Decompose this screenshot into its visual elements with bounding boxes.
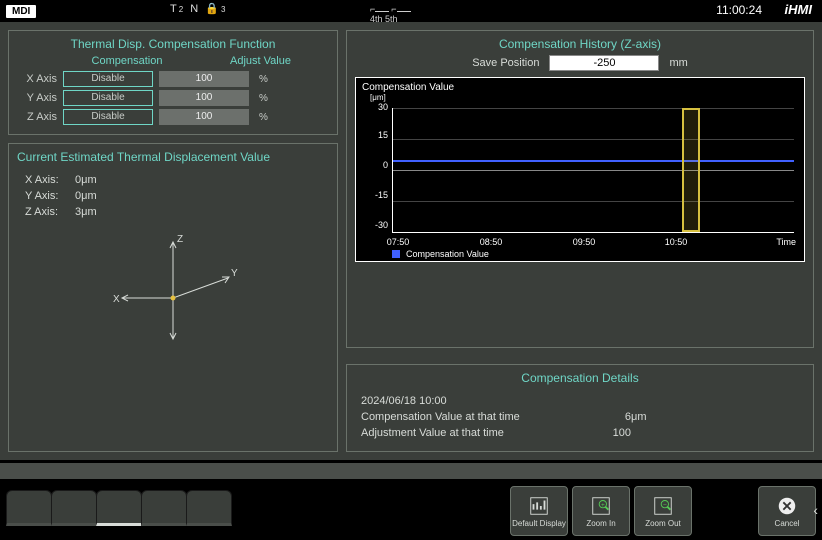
compensation-chart[interactable]: Compensation Value [μm] 30 15 0 -15 -30 — [355, 77, 805, 262]
tab-4[interactable] — [141, 490, 187, 526]
axis-y-label: Y — [231, 268, 238, 279]
chart-legend: Compensation Value — [392, 249, 489, 259]
close-icon — [776, 495, 798, 517]
svg-text:−: − — [663, 501, 667, 508]
xtick: 08:50 — [480, 237, 503, 247]
chart-title: Compensation Value — [362, 82, 798, 93]
zoom-out-button[interactable]: − Zoom Out — [634, 486, 692, 536]
est-z-label: Z Axis: — [25, 204, 75, 220]
chevron-left-icon[interactable]: ‹ — [813, 502, 818, 518]
tab-group — [6, 490, 231, 526]
save-position-input[interactable]: -250 — [549, 55, 659, 71]
chart-icon — [528, 495, 550, 517]
ytick: 0 — [362, 160, 388, 170]
message-strip — [0, 462, 822, 480]
panel-title: Compensation Details — [355, 371, 805, 385]
xtick: 09:50 — [573, 237, 596, 247]
ytick: -15 — [362, 190, 388, 200]
ytick: -30 — [362, 220, 388, 230]
axis-label: Y Axis — [17, 92, 57, 104]
mode-badge: MDI — [6, 5, 36, 18]
xtick: 10:50 — [665, 237, 688, 247]
ruler-indicator: ⌐⌐ 4th 5th — [370, 4, 413, 24]
compensation-details-panel: Compensation Details 2024/06/18 10:00 Co… — [346, 364, 814, 452]
lock-icon: 🔒 — [205, 2, 219, 15]
status-indicators: T2 N 🔒3 — [170, 2, 225, 15]
brand-logo: iHMI — [785, 2, 812, 17]
axis-label: X Axis — [17, 73, 57, 85]
cancel-button[interactable]: Cancel — [758, 486, 816, 536]
tab-3[interactable] — [96, 490, 142, 526]
x-adjust-input[interactable]: 100 — [159, 71, 249, 87]
chart-unit: [μm] — [370, 93, 798, 102]
unit-mm: mm — [669, 57, 687, 69]
x-compensation-toggle[interactable]: Disable — [63, 71, 153, 87]
z-adjust-input[interactable]: 100 — [159, 109, 249, 125]
panel-title: Current Estimated Thermal Displacement V… — [17, 150, 329, 164]
ytick: 15 — [362, 130, 388, 140]
est-y-label: Y Axis: — [25, 188, 75, 204]
detail-value: 100 — [581, 425, 631, 441]
compensation-history-panel: Compensation History (Z-axis) Save Posit… — [346, 30, 814, 348]
x-axis-label: Time — [776, 237, 796, 247]
est-x-label: X Axis: — [25, 172, 75, 188]
panel-title: Compensation History (Z-axis) — [355, 37, 805, 51]
tab-2[interactable] — [51, 490, 97, 526]
clock: 11:00:24 — [716, 3, 762, 17]
axis-label: Z Axis — [17, 111, 57, 123]
column-header-compensation: Compensation — [62, 55, 192, 67]
y-compensation-toggle[interactable]: Disable — [63, 90, 153, 106]
axis-x-label: X — [113, 294, 120, 305]
detail-label: Adjustment Value at that time — [361, 425, 581, 441]
compensation-function-panel: Thermal Disp. Compensation Function Comp… — [8, 30, 338, 135]
estimated-displacement-panel: Current Estimated Thermal Displacement V… — [8, 143, 338, 452]
status-bar: MDI T2 N 🔒3 ⌐⌐ 4th 5th 11:00:24 iHMI — [0, 0, 822, 22]
axis-diagram: Z Y X — [17, 228, 329, 348]
default-display-button[interactable]: Default Display — [510, 486, 568, 536]
axis-row-y: Y Axis Disable 100 % — [17, 90, 329, 106]
panel-title: Thermal Disp. Compensation Function — [17, 37, 329, 51]
tab-5[interactable] — [186, 490, 232, 526]
details-timestamp: 2024/06/18 10:00 — [361, 393, 799, 409]
save-position-label: Save Position — [472, 57, 539, 69]
unit-percent: % — [259, 93, 268, 104]
xtick: 07:50 — [387, 237, 410, 247]
unit-um: μm — [81, 190, 97, 202]
svg-text:+: + — [601, 501, 605, 508]
axis-row-z: Z Axis Disable 100 % — [17, 109, 329, 125]
y-adjust-input[interactable]: 100 — [159, 90, 249, 106]
legend-swatch — [392, 250, 400, 258]
unit-percent: % — [259, 112, 268, 123]
unit-um: μm — [81, 206, 97, 218]
footer-toolbar: Default Display + Zoom In − Zoom Out Can… — [0, 480, 822, 540]
zoom-in-icon: + — [590, 495, 612, 517]
detail-value: 6 — [581, 409, 631, 425]
unit-um: μm — [631, 409, 647, 425]
ytick: 30 — [362, 102, 388, 112]
axis-row-x: X Axis Disable 100 % — [17, 71, 329, 87]
unit-um: μm — [81, 174, 97, 186]
unit-percent: % — [259, 74, 268, 85]
detail-label: Compensation Value at that time — [361, 409, 581, 425]
zoom-in-button[interactable]: + Zoom In — [572, 486, 630, 536]
axis-z-label: Z — [177, 234, 183, 245]
tab-1[interactable] — [6, 490, 52, 526]
z-compensation-toggle[interactable]: Disable — [63, 109, 153, 125]
zoom-out-icon: − — [652, 495, 674, 517]
column-header-adjust: Adjust Value — [192, 55, 329, 67]
